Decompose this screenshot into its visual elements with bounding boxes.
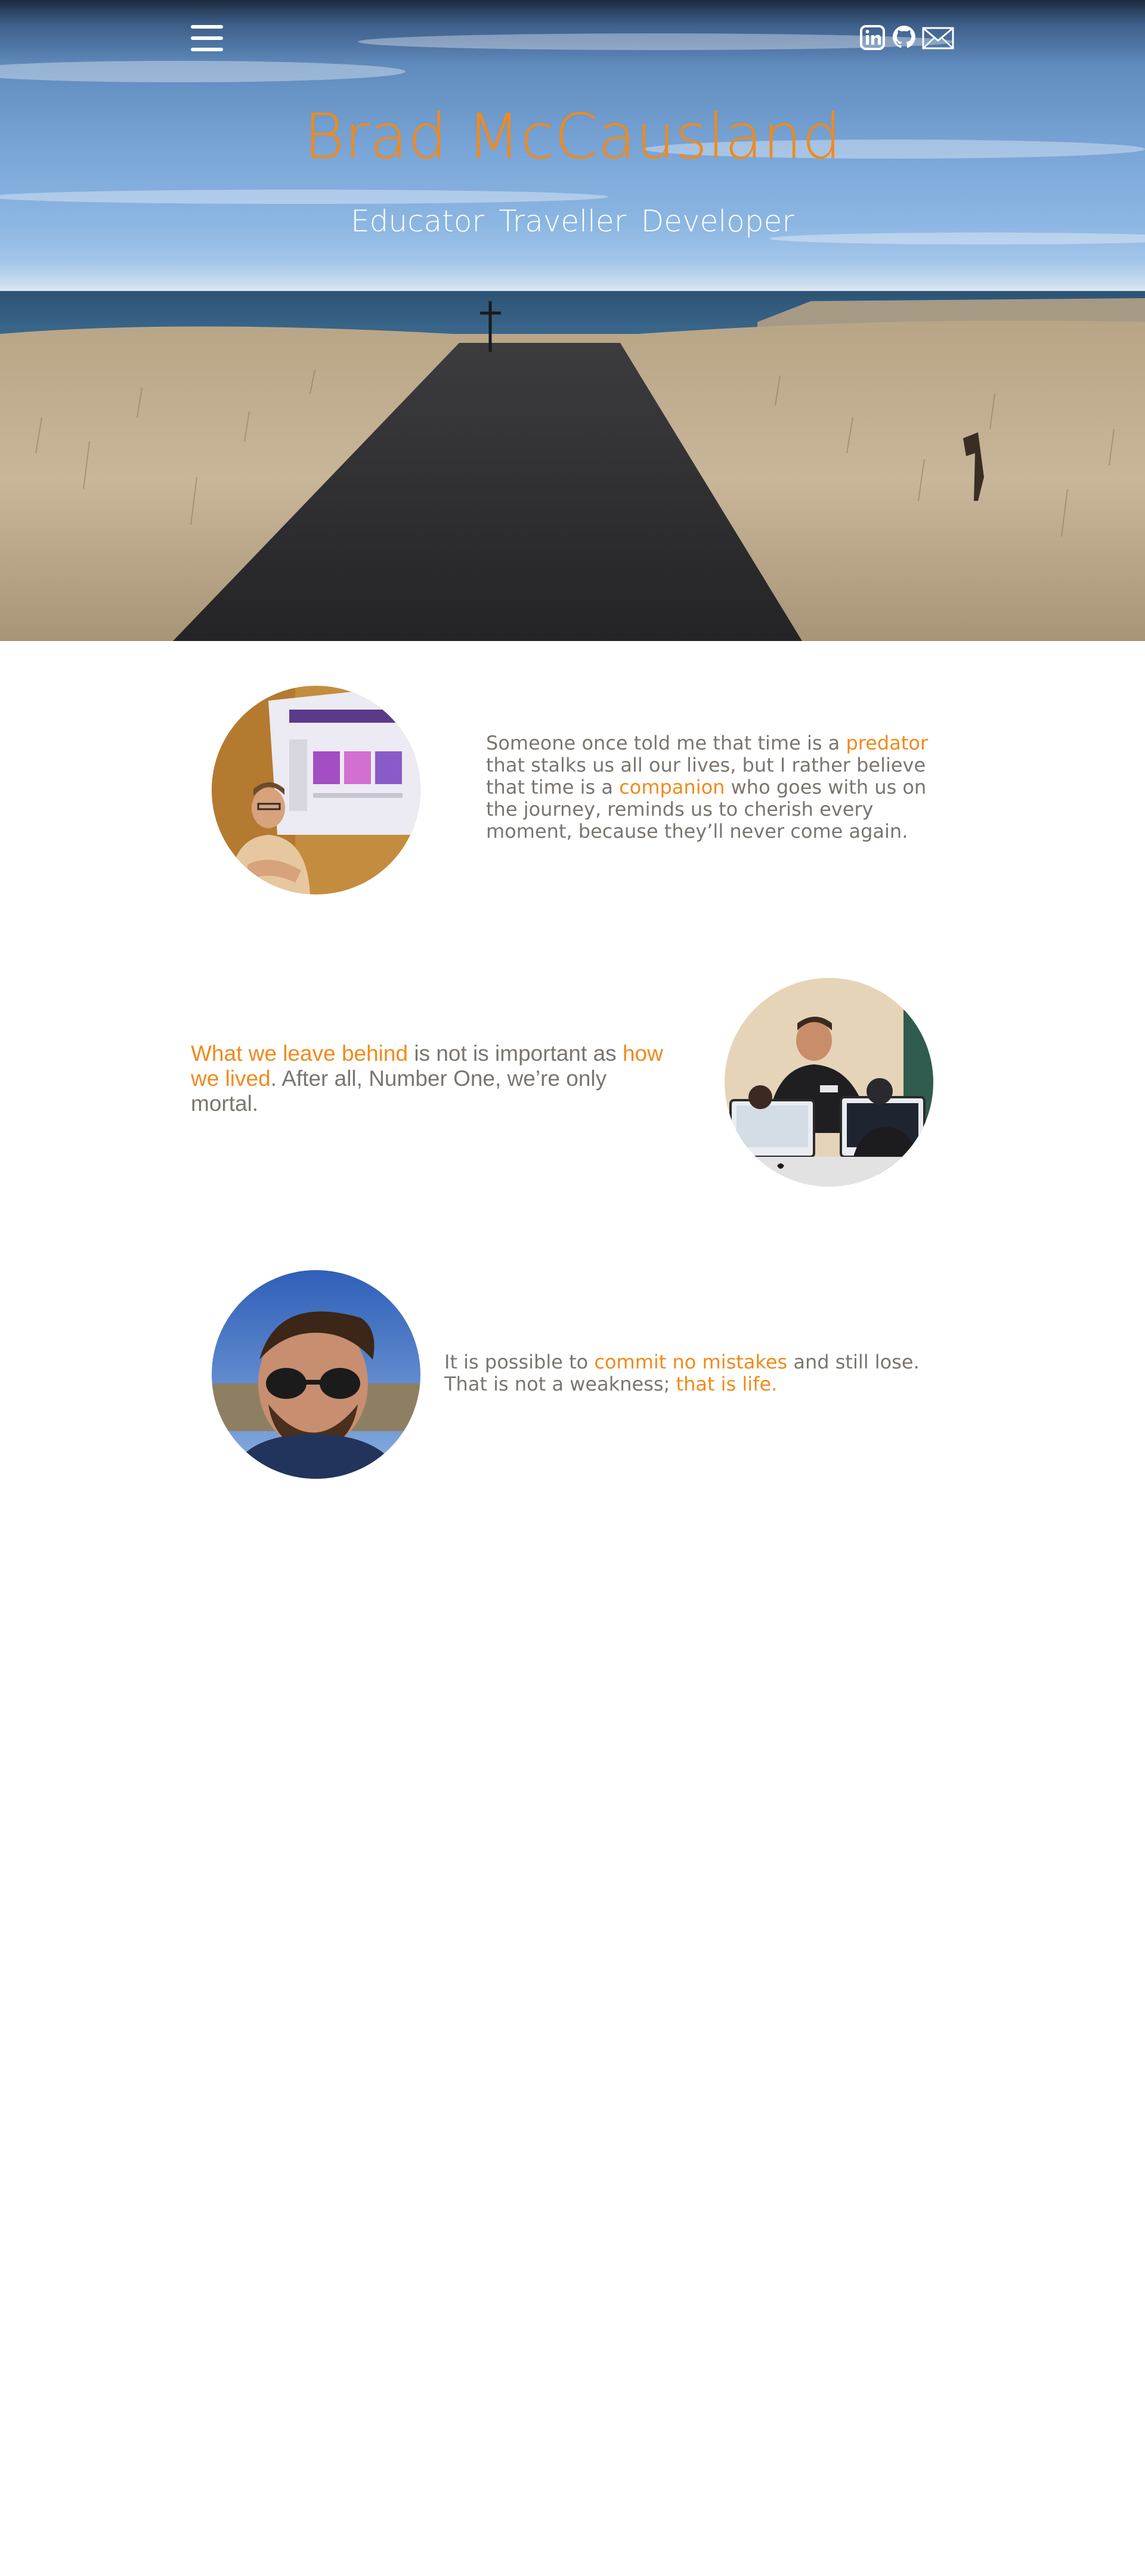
site-title: Brad McCausland (304, 100, 841, 173)
tagline-developer: Developer (640, 204, 794, 239)
quote-text-segment: Someone once told me that time is a (486, 732, 846, 754)
quote-row-2: What we leave behind is not is important… (0, 978, 1145, 1187)
envelope-icon[interactable] (922, 24, 954, 51)
profile-photo-presentation (212, 686, 420, 894)
quote-text-1: Someone once told me that time is a pred… (486, 732, 957, 843)
quote-row-1: Someone once told me that time is a pred… (0, 686, 1145, 894)
tagline-educator: Educator (351, 204, 484, 239)
profile-photo-classroom (725, 978, 933, 1187)
github-icon[interactable] (891, 24, 917, 51)
hamburger-menu-icon[interactable] (191, 25, 223, 51)
quote-text-3: It is possible to commit no mistakes and… (444, 1351, 957, 1395)
quote-highlight-that-is-life: that is life. (676, 1373, 778, 1395)
tagline-traveller: Traveller (499, 204, 627, 239)
profile-photo-selfie (212, 1270, 420, 1479)
linkedin-icon[interactable] (860, 24, 885, 51)
quote-text-2: What we leave behind is not is important… (191, 1041, 668, 1116)
quote-highlight-predator: predator (846, 732, 929, 754)
quote-text-segment: It is possible to (444, 1351, 595, 1373)
hero-banner: Brad McCausland Educator Traveller Devel… (0, 0, 1145, 641)
quote-text-segment: is not is important as (408, 1041, 623, 1066)
quote-highlight-commit-no-mistakes: commit no mistakes (594, 1351, 788, 1373)
quote-highlight-what-we-leave-behind: What we leave behind (191, 1041, 409, 1066)
tagline-list: Educator Traveller Developer (0, 204, 1145, 239)
hero-background-photo (0, 33, 1145, 641)
quote-highlight-companion: companion (619, 776, 725, 798)
quote-row-3: It is possible to commit no mistakes and… (0, 1270, 1145, 1479)
